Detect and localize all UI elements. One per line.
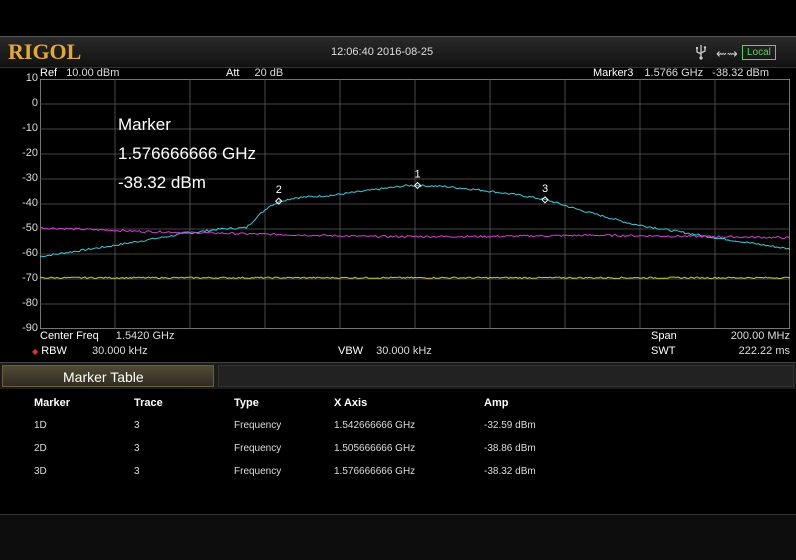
cell-marker: 1D <box>34 420 47 431</box>
y-tick-label: -30 <box>22 172 38 184</box>
y-tick-label: -60 <box>22 247 38 259</box>
cell-type: Frequency <box>234 466 282 477</box>
marker-amp: -38.32 dBm <box>712 67 770 79</box>
y-tick-label: -50 <box>22 222 38 234</box>
center-freq[interactable]: Center Freq 1.5420 GHz <box>40 330 174 343</box>
cell-xaxis: 1.576666666 GHz <box>334 466 416 477</box>
y-tick-label: -90 <box>22 322 38 334</box>
attenuation[interactable]: Att 20 dB <box>226 67 283 79</box>
cell-amp: -38.32 dBm <box>484 466 536 477</box>
marker-table-header: Marker Table <box>0 362 796 389</box>
marker-readout-amp: -38.32 dBm <box>118 173 206 192</box>
datetime: 12:06:40 2016-08-25 <box>331 46 434 58</box>
y-tick-label: -70 <box>22 272 38 284</box>
col-header-marker: Marker <box>34 397 71 409</box>
cell-marker: 3D <box>34 466 47 477</box>
remote-status-badge: Local <box>742 45 776 60</box>
att-label: Att <box>226 67 240 79</box>
center-label: Center Freq <box>40 330 99 342</box>
att-value: 20 dB <box>254 67 284 79</box>
network-icon: ⇜⇝ <box>716 46 738 61</box>
center-value: 1.5420 GHz <box>115 330 175 342</box>
col-header-amp: Amp <box>484 397 509 409</box>
cell-xaxis: 1.505666666 GHz <box>334 443 416 454</box>
span[interactable]: Span 200.00 MHz <box>651 330 790 343</box>
rbw-value: 30.000 kHz <box>91 345 148 357</box>
y-tick-label: 10 <box>25 72 38 84</box>
marker-label: 3 <box>542 183 548 195</box>
y-tick-label: -80 <box>22 297 38 309</box>
y-tick-label: -20 <box>22 147 38 159</box>
col-header-type: Type <box>234 397 259 409</box>
cell-marker: 2D <box>34 443 47 454</box>
sweep-time[interactable]: SWT 222.22 ms <box>651 345 790 358</box>
marker-readout-title: Marker <box>118 115 171 134</box>
marker-label: 2 <box>276 184 282 196</box>
vbw-label: VBW <box>338 345 364 357</box>
ref-label: Ref <box>40 67 58 79</box>
marker-label: 1 <box>414 168 420 180</box>
marker-table: Marker Trace Type X Axis Amp 1D 3 Frequenc… <box>0 390 796 514</box>
vbw[interactable]: VBW 30.000 kHz <box>338 345 432 358</box>
ref-level[interactable]: Ref 10.00 dBm <box>40 67 119 79</box>
usb-icon <box>696 45 707 60</box>
title-bar: RIGOL 12:06:40 2016-08-25 ⇜⇝ Local <box>0 36 796 68</box>
span-value: 200.00 MHz <box>730 330 790 342</box>
cell-xaxis: 1.542666666 GHz <box>334 420 416 431</box>
active-marker-readout: Marker3 1.5766 GHz -38.32 dBm <box>593 67 769 79</box>
marker-readout: Marker 1.576666666 GHz -38.32 dBm <box>118 110 256 197</box>
y-tick-label: 0 <box>31 97 38 109</box>
cell-type: Frequency <box>234 443 282 454</box>
y-tick-label: -10 <box>22 122 38 134</box>
rbw-indicator-icon: ◆ <box>32 347 39 356</box>
cell-amp: -38.86 dBm <box>484 443 536 454</box>
brand-logo: RIGOL <box>8 39 82 64</box>
cell-trace: 3 <box>134 466 140 477</box>
rbw[interactable]: ◆ RBW 30.000 kHz <box>32 345 148 358</box>
span-label: Span <box>651 330 677 342</box>
cell-trace: 3 <box>134 443 140 454</box>
rbw-label: RBW <box>41 345 67 357</box>
vbw-value: 30.000 kHz <box>376 345 432 357</box>
cell-trace: 3 <box>134 420 140 431</box>
cell-amp: -32.59 dBm <box>484 420 536 431</box>
marker-table-header-fill <box>218 365 794 387</box>
col-header-trace: Trace <box>134 397 163 409</box>
marker-readout-freq: 1.576666666 GHz <box>118 144 256 163</box>
y-tick-label: -40 <box>22 197 38 209</box>
marker-label: Marker3 <box>593 67 634 79</box>
marker-table-tab[interactable]: Marker Table <box>2 365 214 387</box>
marker-freq: 1.5766 GHz <box>644 67 704 79</box>
swt-value: 222.22 ms <box>738 345 790 357</box>
ref-value: 10.00 dBm <box>66 67 120 79</box>
footer-bar <box>0 514 796 560</box>
swt-label: SWT <box>651 345 676 357</box>
cell-type: Frequency <box>234 420 282 431</box>
col-header-xaxis: X Axis <box>334 397 368 409</box>
